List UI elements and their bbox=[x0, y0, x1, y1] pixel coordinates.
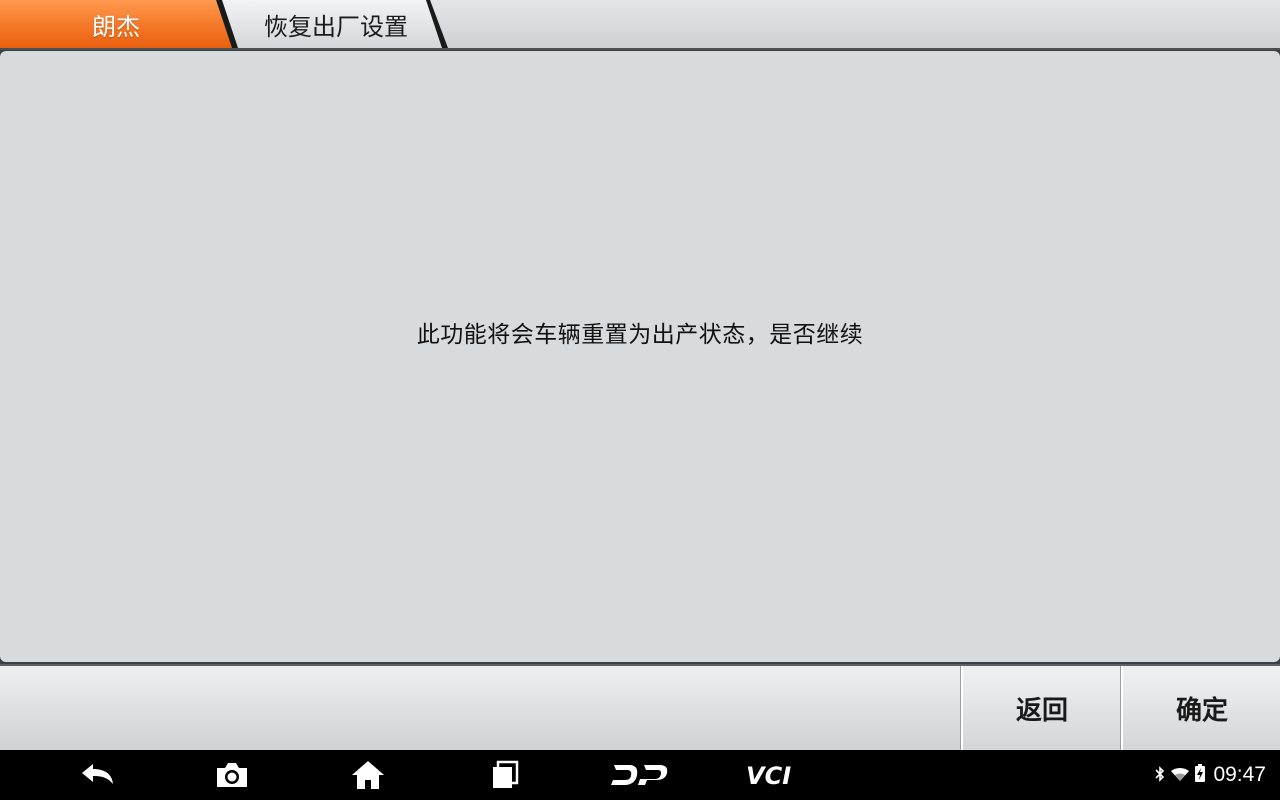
confirm-message: 此功能将会车辆重置为出产状态，是否继续 bbox=[416, 322, 864, 348]
vci-icon[interactable]: VCI bbox=[744, 758, 808, 792]
status-clock: 09:47 bbox=[1213, 763, 1266, 786]
breadcrumb-item-vehicle[interactable]: 朗杰 bbox=[0, 0, 238, 48]
home-icon[interactable] bbox=[348, 758, 388, 792]
svg-text:VCI: VCI bbox=[746, 762, 791, 788]
bluetooth-icon bbox=[1155, 763, 1165, 787]
message-panel: 此功能将会车辆重置为出产状态，是否继续 bbox=[0, 51, 1280, 662]
system-nav-bar: VCI 09:47 bbox=[0, 750, 1280, 800]
wifi-icon bbox=[1171, 763, 1190, 787]
back-icon[interactable] bbox=[78, 758, 118, 792]
confirm-button[interactable]: 确定 bbox=[1121, 666, 1280, 750]
breadcrumb: 朗杰 恢复出厂设置 bbox=[0, 0, 1280, 50]
breadcrumb-item-factory-reset[interactable]: 恢复出厂设置 bbox=[220, 0, 450, 48]
back-button[interactable]: 返回 bbox=[961, 666, 1121, 750]
camera-icon[interactable] bbox=[212, 758, 252, 792]
battery-icon bbox=[1195, 763, 1206, 787]
dp-icon[interactable] bbox=[610, 758, 670, 792]
breadcrumb-label-vehicle: 朗杰 bbox=[92, 12, 140, 41]
breadcrumb-label-factory-reset: 恢复出厂设置 bbox=[264, 12, 408, 41]
status-area: 09:47 bbox=[1155, 750, 1266, 800]
action-bar: 返回 确定 bbox=[0, 664, 1280, 750]
screen: 朗杰 恢复出厂设置 此功能将会车辆重置为出产状态，是否继续 返回 确定 VCI … bbox=[0, 0, 1280, 800]
recent-apps-icon[interactable] bbox=[484, 758, 524, 792]
